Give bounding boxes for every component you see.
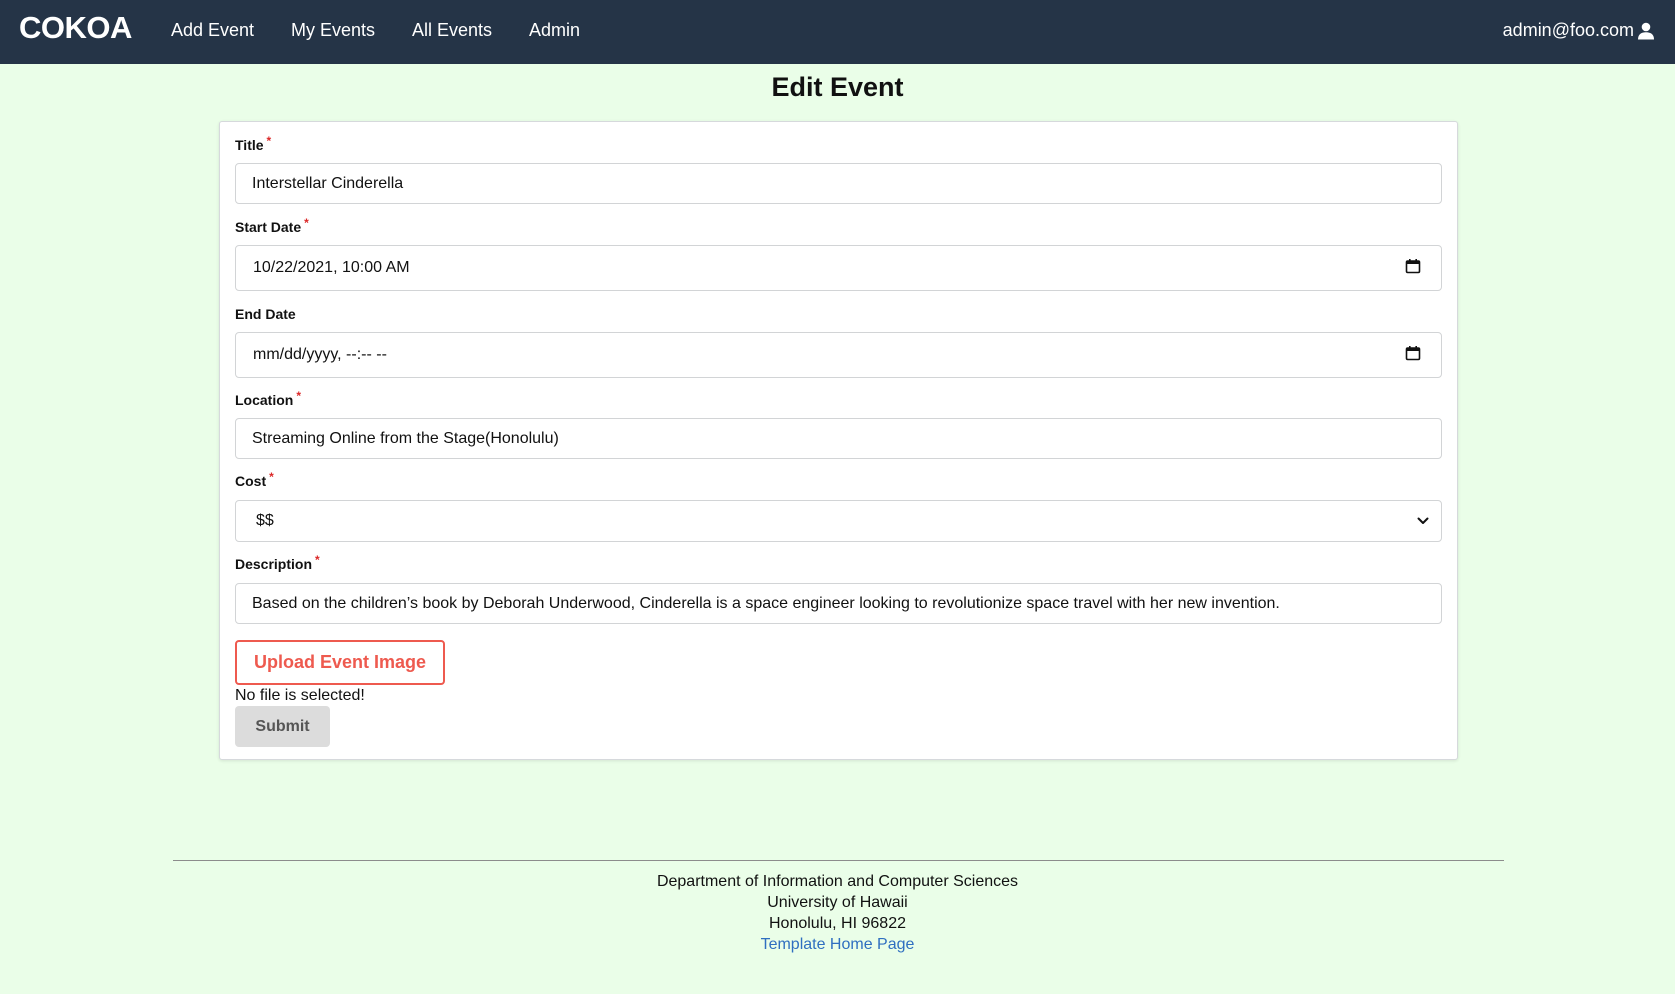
nav-my-events[interactable]: My Events xyxy=(291,20,375,41)
location-label: Location * xyxy=(235,389,302,408)
chevron-down-icon xyxy=(1417,512,1429,530)
footer-department: Department of Information and Computer S… xyxy=(656,873,1019,890)
nav-all-events[interactable]: All Events xyxy=(412,20,492,41)
required-mark: * xyxy=(266,134,272,148)
top-navbar: COKOA Add Event My Events All Events Adm… xyxy=(0,0,1675,64)
upload-event-image-button[interactable]: Upload Event Image xyxy=(235,640,445,685)
start-date-label: Start Date * xyxy=(235,216,309,235)
page-title: Edit Event xyxy=(771,72,904,102)
calendar-icon[interactable] xyxy=(1405,345,1421,366)
nav-admin[interactable]: Admin xyxy=(529,20,580,41)
description-input[interactable] xyxy=(235,583,1442,624)
footer-divider xyxy=(173,860,1504,861)
location-input[interactable] xyxy=(235,418,1442,459)
edit-event-form: Title* Start Date* 10/22/2021, 10:00 AM … xyxy=(219,121,1458,760)
calendar-icon[interactable] xyxy=(1405,258,1421,279)
user-icon xyxy=(1637,22,1655,40)
title-label: Title * xyxy=(235,134,272,153)
cost-select[interactable]: $$ xyxy=(235,500,1442,542)
nav-add-event[interactable]: Add Event xyxy=(171,20,254,41)
required-mark: * xyxy=(269,470,274,484)
template-home-link[interactable]: Template Home Page xyxy=(761,936,915,953)
start-date-value: 10/22/2021, 10:00 AM xyxy=(253,259,410,276)
end-date-input[interactable]: mm/dd/yyyy, --:-- -- xyxy=(235,332,1442,378)
footer-address: Honolulu, HI 96822 xyxy=(769,915,906,932)
required-mark: * xyxy=(304,216,309,230)
brand-logo-link[interactable]: COKOA xyxy=(19,10,132,46)
cost-selected-value: $$ xyxy=(256,512,274,529)
file-status-text: No file is selected! xyxy=(235,687,365,704)
submit-button[interactable]: Submit xyxy=(235,706,330,747)
description-label: Description * xyxy=(235,553,320,572)
cost-label: Cost * xyxy=(235,470,274,489)
required-mark: * xyxy=(296,389,302,403)
footer: Department of Information and Computer S… xyxy=(0,871,1675,955)
footer-university: University of Hawaii xyxy=(767,894,908,911)
title-input[interactable] xyxy=(235,163,1442,204)
user-email: admin@foo.com xyxy=(1502,20,1634,40)
required-mark: * xyxy=(315,553,320,567)
end-date-placeholder: mm/dd/yyyy, --:-- -- xyxy=(253,346,387,363)
end-date-label: End Date xyxy=(235,306,296,322)
start-date-input[interactable]: 10/22/2021, 10:00 AM xyxy=(235,245,1442,291)
user-menu[interactable]: admin@foo.com xyxy=(1503,20,1655,41)
